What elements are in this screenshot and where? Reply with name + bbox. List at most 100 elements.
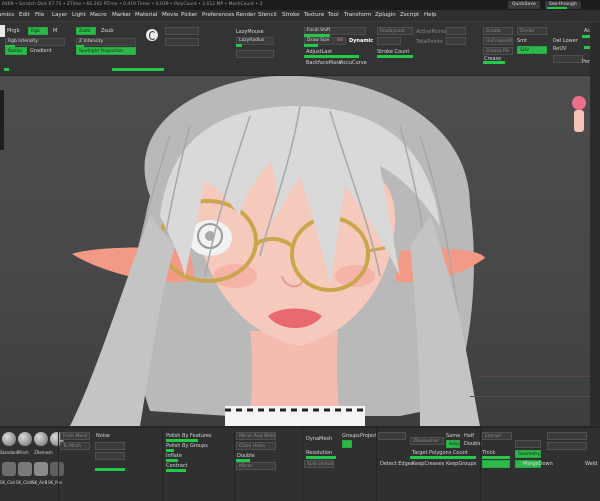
create-button[interactable]: Create: [483, 27, 513, 35]
half-toggle[interactable]: Half: [464, 433, 474, 439]
menu-preferences[interactable]: Preferences: [202, 10, 234, 21]
sk-airb-brush-icon[interactable]: [34, 462, 48, 476]
close-holes-button[interactable]: Close Holes: [236, 442, 276, 450]
mirror-button[interactable]: Mirror: [236, 462, 276, 470]
adapt-toggle[interactable]: Adapt: [446, 440, 460, 448]
extract-button[interactable]: Extract: [482, 432, 512, 440]
menu-light[interactable]: Light: [72, 10, 86, 21]
radial-button[interactable]: Radial: [5, 47, 27, 55]
menu-movie[interactable]: Movie: [162, 10, 178, 21]
detect-edges-toggle[interactable]: Detect Edges: [380, 461, 413, 467]
menu-stroke[interactable]: Stroke: [282, 10, 300, 21]
pinch-brush-icon[interactable]: [18, 432, 32, 446]
dynamesh-toggle[interactable]: DynaMesh: [306, 436, 332, 442]
zremesher-button[interactable]: ZRemesher: [410, 437, 444, 445]
polish-groups-fill: [166, 449, 174, 452]
merge-down-button[interactable]: MergeDown: [523, 461, 553, 467]
mrgb-toggle[interactable]: Mrgb: [7, 28, 20, 34]
zsub-toggle[interactable]: Zsub: [101, 28, 113, 34]
sk-pen-brush-icon[interactable]: [50, 462, 64, 476]
weld-toggle[interactable]: Weld: [585, 461, 597, 467]
keep-groups-toggle[interactable]: KeepGroups: [446, 461, 476, 467]
draw-size-value: 64: [337, 38, 343, 43]
menu-marker[interactable]: Marker: [112, 10, 131, 21]
divide-button[interactable]: Divide: [517, 27, 547, 35]
brush-row2-4: SK_Pen: [48, 480, 63, 485]
standard-brush-icon[interactable]: [2, 432, 16, 446]
uncrease-pg-button[interactable]: UnCreasePG: [483, 37, 513, 45]
spotlight-dial-icon[interactable]: [146, 29, 158, 41]
zadd-toggle[interactable]: Zadd: [76, 27, 96, 35]
separator: [234, 428, 235, 501]
placeholder-lazy-button[interactable]: [236, 50, 274, 58]
z-intensity-slider[interactable]: Z Intensity: [76, 38, 136, 46]
menu-macro[interactable]: Macro: [90, 10, 107, 21]
split-unmasked-button[interactable]: Split Unmasked: [304, 460, 334, 468]
smt-toggle[interactable]: Smt: [517, 38, 527, 44]
menu-edit[interactable]: Edit: [19, 10, 30, 21]
menu-layer[interactable]: Layer: [52, 10, 67, 21]
noise-placeholder[interactable]: [95, 442, 125, 450]
m-toggle[interactable]: M: [53, 28, 57, 34]
geometry-button[interactable]: Geometry: [515, 450, 541, 458]
menu-file[interactable]: File: [35, 10, 44, 21]
menu-zscript[interactable]: Zscript: [400, 10, 419, 21]
dynamic-toggle[interactable]: Dynamic: [349, 38, 373, 44]
toolbar-progress-bar: [112, 68, 164, 71]
quicksave-button[interactable]: QuickSave: [508, 1, 540, 9]
rgb-toggle[interactable]: Rgb: [28, 27, 48, 35]
placeholder-right-b[interactable]: [547, 442, 587, 450]
projectall-button[interactable]: [515, 440, 541, 448]
lazy-mouse-toggle[interactable]: LazyMouse: [236, 29, 264, 35]
to-mesh-button[interactable]: To Mesh: [60, 442, 90, 450]
status-text: 6469 • Scratch Disk 67.75 • ZTime • 66.2…: [2, 2, 263, 7]
extract-accept[interactable]: [482, 460, 510, 468]
sk-cloth2-brush-icon[interactable]: [18, 462, 32, 476]
placeholder-button-a[interactable]: [165, 27, 199, 35]
suv-toggle[interactable]: SUV: [517, 46, 547, 54]
menu-texture[interactable]: Texture: [304, 10, 324, 21]
menu-picker[interactable]: Picker: [181, 10, 197, 21]
replay-last-button[interactable]: ReplayLast: [377, 27, 413, 35]
sk-cloth-brush-icon[interactable]: [2, 462, 16, 476]
draw-size-fill: [304, 44, 318, 47]
separator: [162, 428, 163, 501]
del-lower-button[interactable]: Del Lower: [553, 38, 578, 44]
placeholder-button-b[interactable]: [165, 38, 199, 46]
groups-on[interactable]: [342, 440, 352, 448]
placeholder-right-a[interactable]: [547, 432, 587, 440]
placeholder-replay-b[interactable]: [377, 37, 401, 45]
placeholder-geo-c[interactable]: [553, 55, 583, 63]
accu-curve-toggle[interactable]: AccuCurve: [340, 60, 367, 66]
keep-creases-toggle[interactable]: KeepCreases: [412, 461, 444, 467]
color-swatch[interactable]: [0, 25, 5, 37]
noise-button[interactable]: Noise: [96, 433, 110, 439]
zremesher-placeholder[interactable]: [378, 432, 406, 440]
noise-placeholder-2[interactable]: [95, 452, 125, 460]
menu-stencil[interactable]: Stencil: [258, 10, 277, 21]
same-toggle[interactable]: Same: [446, 433, 460, 439]
menu-render[interactable]: Render: [236, 10, 256, 21]
project-toggle[interactable]: Project: [360, 433, 377, 439]
crease-pg-button[interactable]: Crease PG: [483, 47, 513, 55]
menu-edit-partial[interactable]: amics: [0, 10, 14, 21]
backface-mask-toggle[interactable]: BackfaceMask: [306, 60, 342, 66]
mirror-and-weld-button[interactable]: Mirror And Weld: [236, 432, 276, 440]
menu-zplugin[interactable]: Zplugin: [375, 10, 396, 21]
groups-toggle[interactable]: Groups: [342, 433, 360, 439]
viewport-canvas[interactable]: [0, 76, 590, 426]
menu-tool[interactable]: Tool: [328, 10, 339, 21]
zremesh-brush-icon[interactable]: [34, 432, 48, 446]
placeholder-points-b[interactable]: [446, 37, 466, 45]
brush-row2-1: SK_Clot: [0, 480, 16, 485]
placeholder-points-a[interactable]: [446, 27, 466, 35]
spotlight-projection-button[interactable]: Spotlight Projection: [76, 47, 136, 55]
reuv-button[interactable]: ReUV: [553, 46, 566, 52]
from-mesh-button[interactable]: From Mesh: [60, 432, 90, 440]
menu-bar: amics Edit File Layer Light Macro Marker…: [0, 10, 600, 22]
tool-thumbnail[interactable]: [568, 94, 590, 134]
menu-material[interactable]: Material: [135, 10, 157, 21]
menu-transform[interactable]: Transform: [344, 10, 371, 21]
menu-help[interactable]: Help: [424, 10, 437, 21]
gradient-toggle[interactable]: Gradient: [30, 48, 52, 54]
